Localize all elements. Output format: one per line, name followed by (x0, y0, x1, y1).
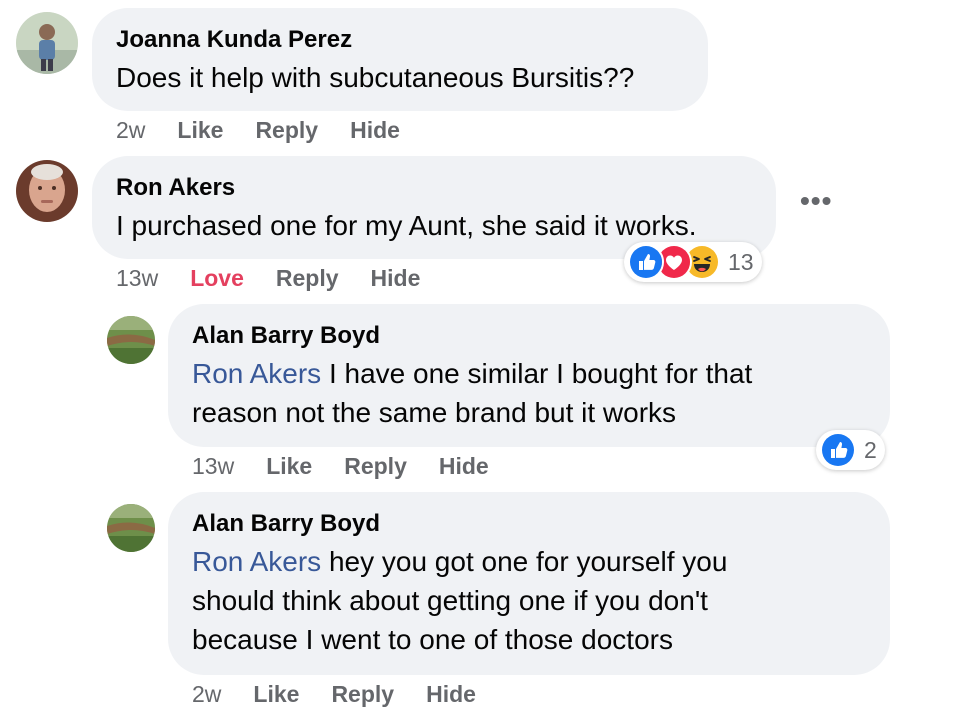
profile-photo (16, 12, 78, 74)
avatar[interactable] (16, 160, 78, 222)
comment-timestamp[interactable]: 13w (192, 453, 234, 480)
like-reaction-icon (628, 244, 664, 280)
avatar[interactable] (107, 504, 155, 552)
comment-text-line: reason not the same brand but it works (192, 397, 677, 428)
comment-text: Ron Akers hey you got one for yourself y… (192, 542, 727, 581)
comment-actions: 2w Like Reply Hide (192, 681, 508, 708)
like-button[interactable]: Like (177, 117, 223, 144)
comment-actions: 13w Love Reply Hide (116, 265, 452, 292)
comment-text-line: should think about getting one if you do… (192, 585, 708, 616)
comment-actions: 13w Like Reply Hide (192, 453, 521, 480)
comment-author[interactable]: Ron Akers (116, 174, 235, 202)
reply-button[interactable]: Reply (331, 681, 394, 708)
hide-button[interactable]: Hide (350, 117, 400, 144)
reaction-summary[interactable]: 2 (816, 430, 885, 470)
comment-author[interactable]: Alan Barry Boyd (192, 322, 380, 350)
mention-link[interactable]: Ron Akers (192, 546, 321, 577)
comment-author[interactable]: Joanna Kunda Perez (116, 26, 352, 54)
reaction-count: 2 (864, 436, 877, 463)
comment-text-line: because I went to one of those doctors (192, 624, 673, 655)
reaction-count: 13 (728, 248, 754, 275)
like-button[interactable]: Like (266, 453, 312, 480)
like-reaction-icon (820, 432, 856, 468)
reply-button[interactable]: Reply (276, 265, 339, 292)
like-button[interactable]: Like (253, 681, 299, 708)
mention-link[interactable]: Ron Akers (192, 358, 321, 389)
comment-text-line: I have one similar I bought for that (321, 358, 753, 389)
more-options-icon[interactable]: ••• (800, 187, 832, 215)
comment-timestamp[interactable]: 13w (116, 265, 158, 292)
comment-timestamp[interactable]: 2w (192, 681, 221, 708)
reaction-summary[interactable]: 13 (624, 242, 762, 282)
reply-button[interactable]: Reply (255, 117, 318, 144)
profile-photo (16, 160, 78, 222)
comment-text: Ron Akers I have one similar I bought fo… (192, 354, 752, 393)
comment-thread: Joanna Kunda Perez Does it help with sub… (0, 0, 964, 718)
profile-photo (107, 504, 155, 552)
hide-button[interactable]: Hide (426, 681, 476, 708)
comment-text: I purchased one for my Aunt, she said it… (116, 210, 697, 241)
comment-actions: 2w Like Reply Hide (116, 117, 432, 144)
hide-button[interactable]: Hide (439, 453, 489, 480)
comment-text-line: hey you got one for yourself you (321, 546, 728, 577)
comment-timestamp[interactable]: 2w (116, 117, 145, 144)
reply-button[interactable]: Reply (344, 453, 407, 480)
hide-button[interactable]: Hide (371, 265, 421, 292)
comment-text: Does it help with subcutaneous Bursitis?… (116, 62, 635, 93)
love-button[interactable]: Love (190, 265, 244, 292)
profile-photo (107, 316, 155, 364)
avatar[interactable] (16, 12, 78, 74)
comment-author[interactable]: Alan Barry Boyd (192, 510, 380, 538)
avatar[interactable] (107, 316, 155, 364)
